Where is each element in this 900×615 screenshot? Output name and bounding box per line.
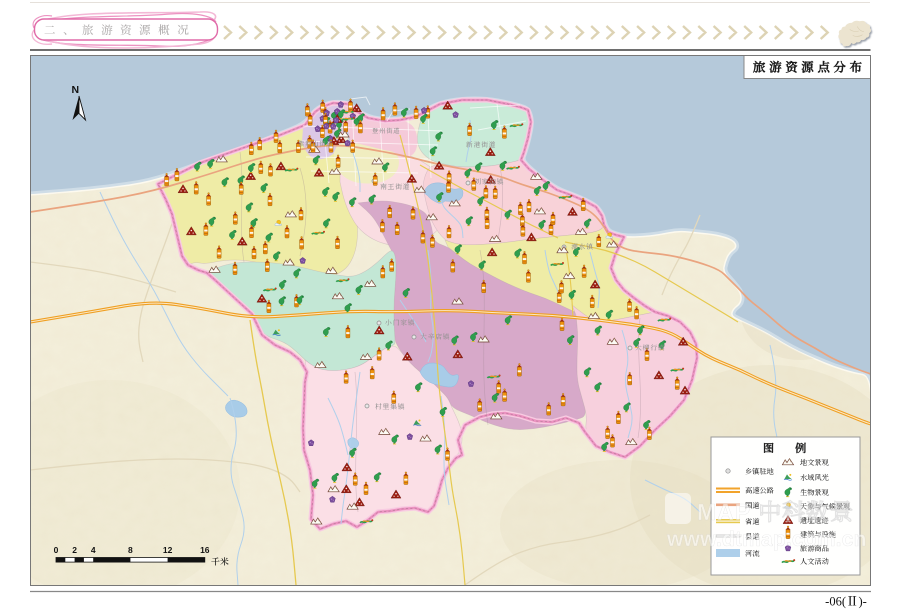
svg-text:二、旅游资源概况: 二、旅游资源概况 (44, 22, 196, 38)
svg-text:16: 16 (200, 545, 210, 555)
svg-text:2: 2 (72, 545, 77, 555)
svg-text:刘家沟镇: 刘家沟镇 (474, 176, 504, 186)
svg-text:小门家镇: 小门家镇 (385, 317, 415, 327)
svg-text:千米: 千米 (211, 555, 229, 568)
svg-text:N: N (72, 84, 80, 96)
svg-text:高速公路: 高速公路 (745, 486, 774, 496)
svg-text:8: 8 (128, 545, 133, 555)
svg-text:紫荆山街道: 紫荆山街道 (298, 139, 333, 148)
svg-text:旅游资源点分布: 旅游资源点分布 (753, 58, 866, 76)
svg-text:12: 12 (163, 545, 173, 555)
svg-text:-06(Ⅱ)-: -06(Ⅱ)- (825, 592, 867, 610)
svg-text:www.dtmap.com.cn: www.dtmap.com.cn (666, 528, 867, 551)
svg-text:大辛店镇: 大辛店镇 (420, 331, 450, 341)
svg-text:大柳行镇: 大柳行镇 (635, 342, 665, 352)
svg-text:水域风光: 水域风光 (800, 473, 830, 483)
svg-text:0: 0 (54, 545, 59, 555)
svg-text:生物景观: 生物景观 (800, 488, 830, 498)
svg-text:潮水镇: 潮水镇 (571, 241, 594, 251)
svg-text:人文活动: 人文活动 (800, 557, 830, 567)
svg-text:4: 4 (91, 545, 96, 555)
svg-text:南王街道: 南王街道 (380, 181, 410, 191)
svg-text:地文景观: 地文景观 (800, 458, 830, 468)
svg-text:村里集镇: 村里集镇 (375, 401, 405, 411)
svg-text:登州街道: 登州街道 (371, 126, 400, 135)
svg-text:乡镇驻地: 乡镇驻地 (745, 467, 775, 477)
svg-text:图例: 图例 (763, 440, 827, 456)
svg-text:新港街道: 新港街道 (465, 139, 496, 149)
svg-text:MAP 中科数景: MAP 中科数景 (697, 499, 854, 525)
